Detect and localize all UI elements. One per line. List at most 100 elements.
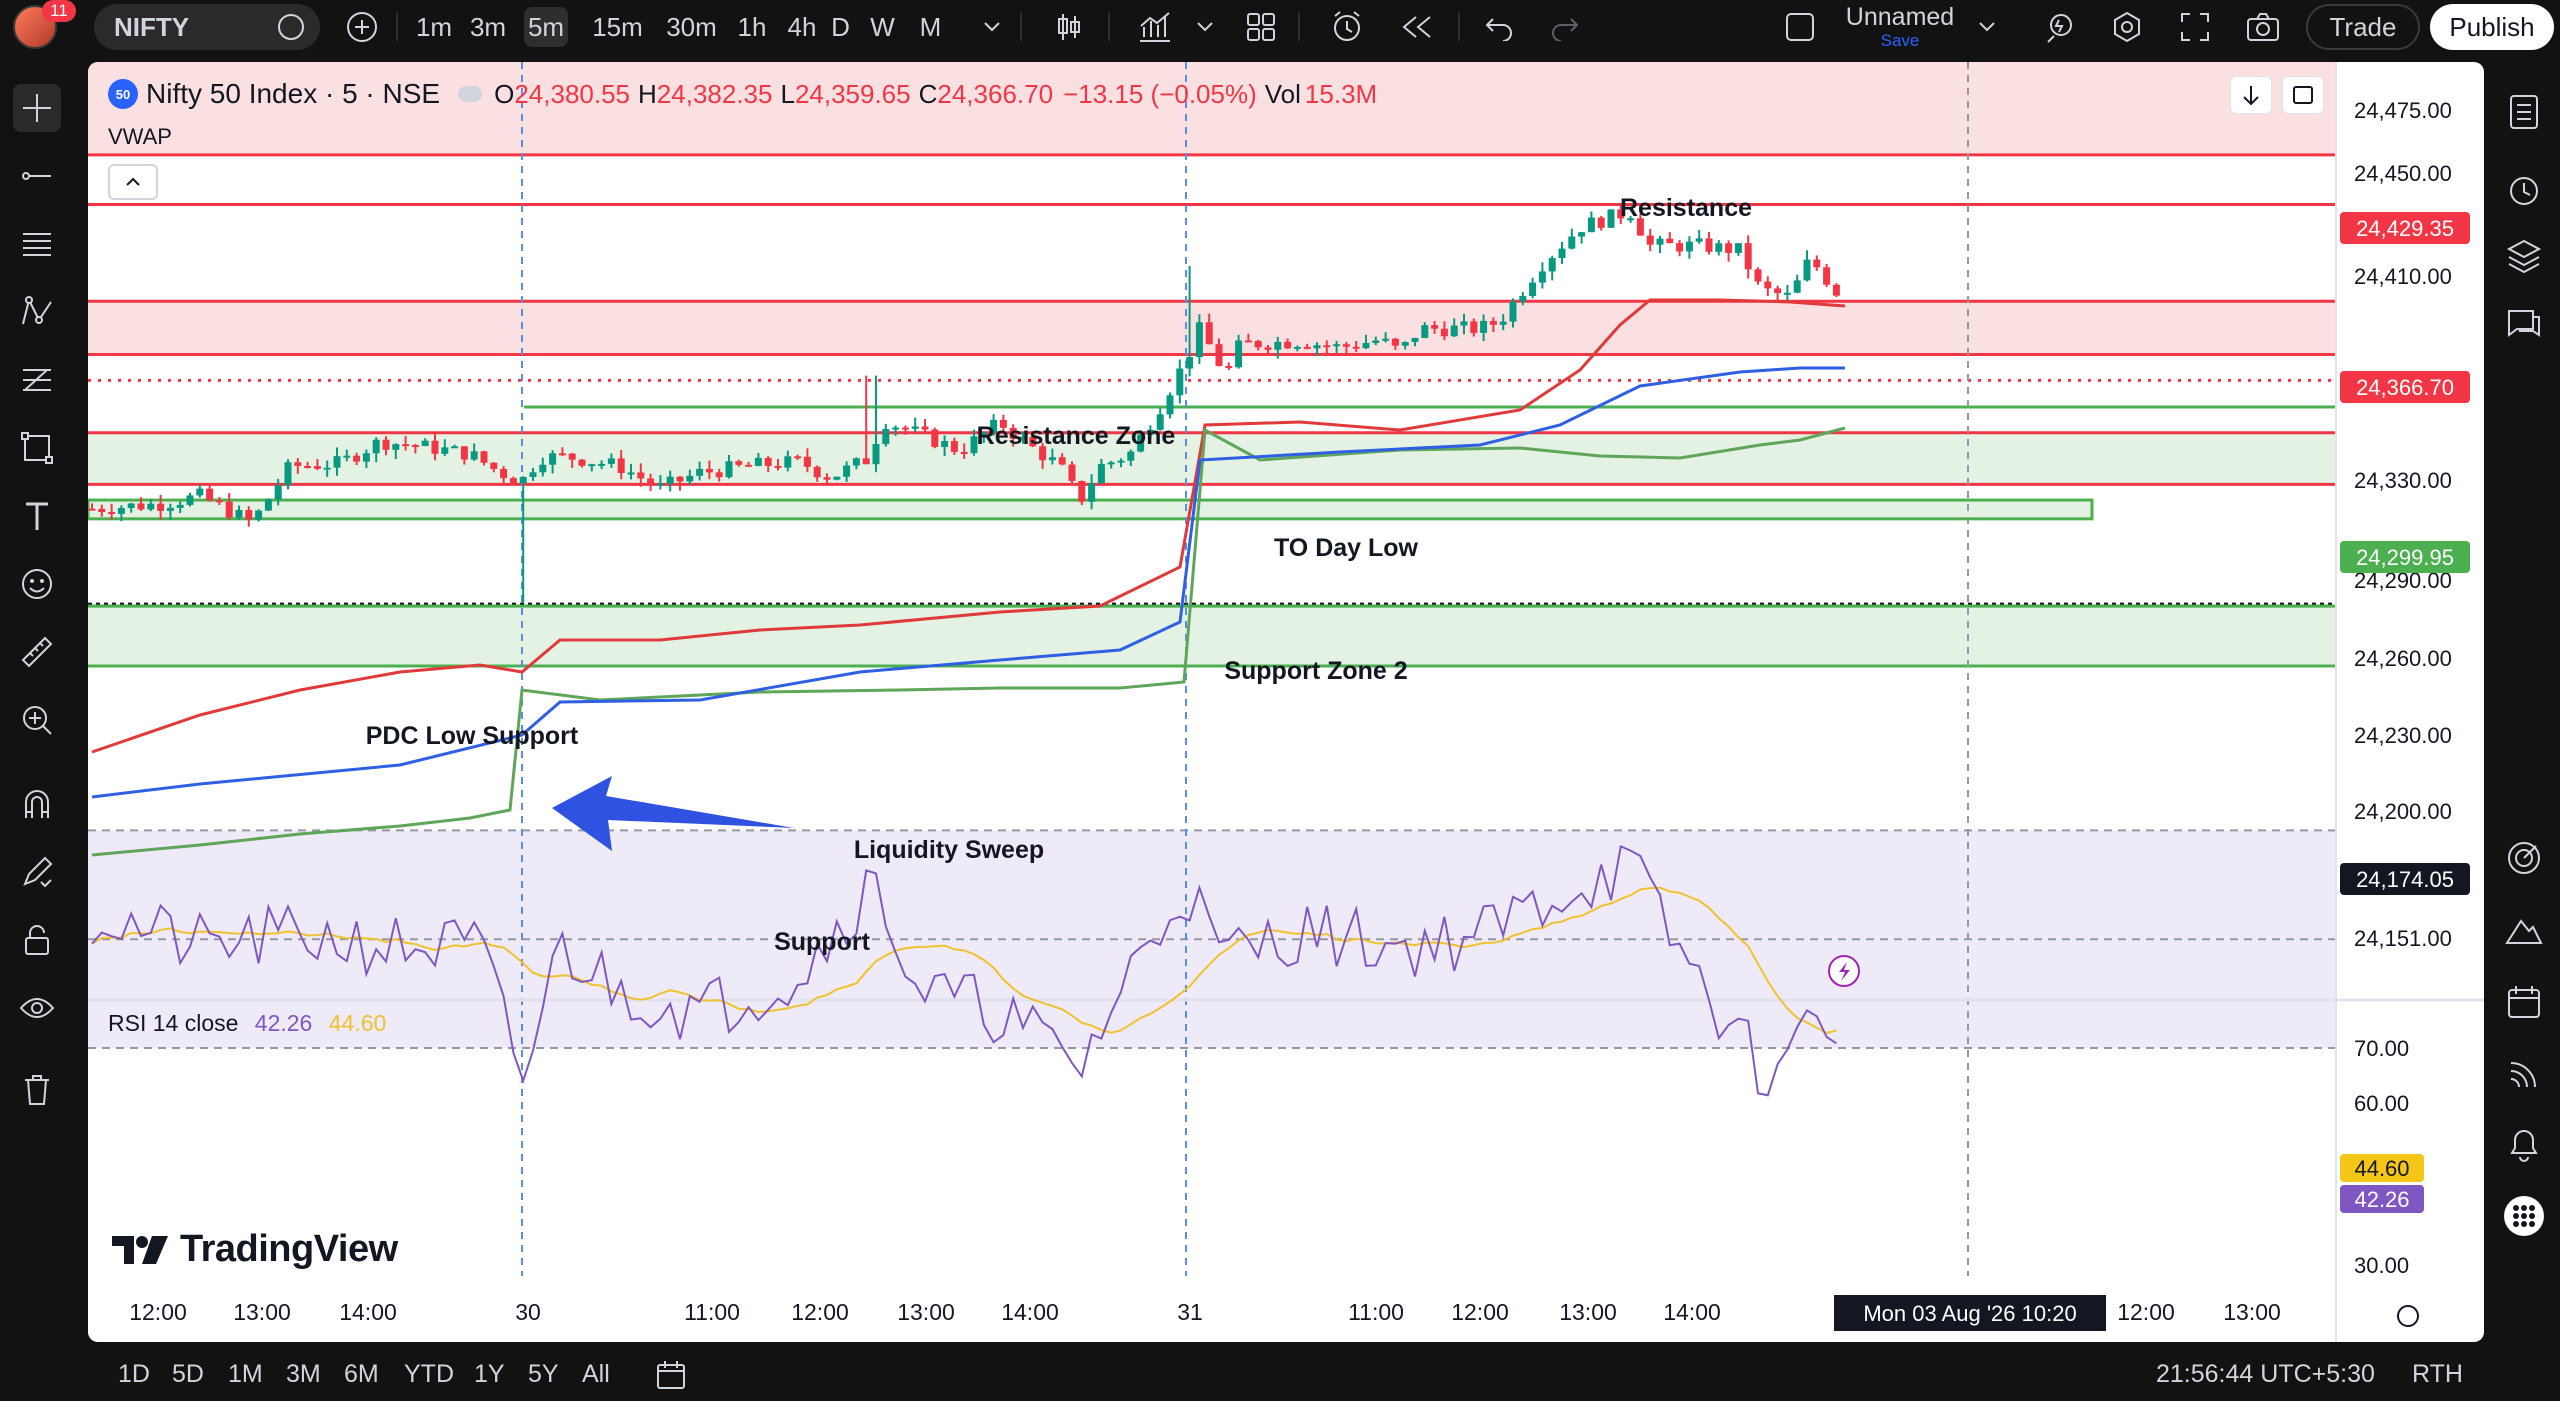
session-toggle[interactable]: RTH: [2412, 1348, 2463, 1401]
interval-15m[interactable]: 15m: [588, 7, 647, 47]
layout-dropdown-icon[interactable]: [1970, 0, 2004, 54]
range-5y[interactable]: 5Y: [528, 1348, 559, 1401]
symbol-info-icon[interactable]: [278, 14, 304, 40]
candle-body: [1548, 258, 1556, 272]
candle-body: [539, 464, 547, 473]
streams-icon[interactable]: [2498, 1048, 2550, 1100]
eye-icon[interactable]: [13, 984, 61, 1032]
support-zone: [88, 604, 2336, 666]
goto-date-icon[interactable]: [654, 1348, 690, 1401]
interval-D[interactable]: D: [826, 7, 855, 47]
magnet-icon[interactable]: [13, 780, 61, 828]
alert-clock-icon[interactable]: [1322, 0, 1372, 54]
interval-1h[interactable]: 1h: [730, 7, 774, 47]
candle-body: [1401, 342, 1409, 346]
text-tool-icon[interactable]: [13, 492, 61, 540]
lock-icon[interactable]: [13, 916, 61, 964]
price-chart[interactable]: Resistance Resistance Zone TO Day Low Suppo…: [88, 62, 2484, 1342]
layouts-grid-icon[interactable]: [1238, 0, 1284, 54]
trend-line-icon[interactable]: [13, 152, 61, 200]
interval-M[interactable]: M: [916, 7, 945, 47]
emoji-icon[interactable]: [13, 560, 61, 608]
alerts-clock-icon[interactable]: [2498, 164, 2550, 216]
trade-button[interactable]: Trade: [2306, 4, 2420, 50]
shapes-icon[interactable]: [13, 424, 61, 472]
rsi-title[interactable]: RSI 14 close: [108, 1010, 238, 1036]
target-icon[interactable]: [2498, 832, 2550, 884]
candle-body: [1607, 209, 1615, 228]
clock-timezone[interactable]: 21:56:44 UTC+5:30: [2156, 1348, 2375, 1401]
axis-settings-icon[interactable]: [2397, 1305, 2419, 1327]
chart-area[interactable]: Resistance Resistance Zone TO Day Low Suppo…: [88, 62, 2484, 1342]
pattern-icon[interactable]: [13, 288, 61, 336]
layout-save-link[interactable]: Save: [1844, 32, 1956, 50]
more-apps-icon[interactable]: [2498, 1190, 2550, 1242]
calendar-icon[interactable]: [2498, 976, 2550, 1028]
trash-icon[interactable]: [13, 1066, 61, 1114]
watchlist-icon[interactable]: [2498, 86, 2550, 138]
price-axis-label: 24,410.00: [2354, 264, 2452, 289]
series-title[interactable]: Nifty 50 Index · 5 · NSE: [146, 78, 440, 110]
compare-add-icon[interactable]: [340, 0, 384, 54]
tradingview-logo[interactable]: TradingView: [112, 1228, 398, 1271]
range-ytd[interactable]: YTD: [404, 1348, 454, 1401]
collapse-legend-button[interactable]: [108, 164, 158, 200]
crosshair-icon[interactable]: [13, 84, 61, 132]
layout-name[interactable]: Unnamed Save: [1844, 2, 1956, 50]
object-tree-icon[interactable]: [2498, 230, 2550, 282]
indicators-dropdown-icon[interactable]: [1188, 0, 1222, 54]
interval-1m[interactable]: 1m: [412, 7, 456, 47]
ideas-icon[interactable]: [2498, 904, 2550, 956]
publish-button[interactable]: Publish: [2430, 4, 2554, 50]
interval-dropdown-icon[interactable]: [972, 0, 1012, 54]
fullscreen-icon[interactable]: [2170, 0, 2220, 54]
redo-icon[interactable]: [1540, 0, 1590, 54]
candle-body: [235, 509, 243, 518]
interval-W[interactable]: W: [868, 7, 897, 47]
candle-body: [1068, 464, 1076, 481]
symbol-search[interactable]: NIFTY: [94, 4, 320, 50]
fib-tools-icon[interactable]: [13, 356, 61, 404]
maximize-pane-icon[interactable]: [2282, 76, 2324, 114]
replay-icon[interactable]: [1392, 0, 1442, 54]
range-6m[interactable]: 6M: [344, 1348, 379, 1401]
undo-icon[interactable]: [1474, 0, 1524, 54]
time-axis-label: 31: [1177, 1299, 1203, 1325]
pdc-low-support-zone: [88, 498, 2094, 521]
bottom-toolbar: 1D 5D 1M 3M 6M YTD 1Y 5Y All 21:56:44 UTC+5:30 R…: [88, 1348, 2484, 1401]
range-1y[interactable]: 1Y: [474, 1348, 505, 1401]
candles-icon[interactable]: [1044, 0, 1094, 54]
range-all[interactable]: All: [582, 1348, 610, 1401]
layout-title: Unnamed: [1845, 3, 1955, 31]
range-3m[interactable]: 3M: [286, 1348, 321, 1401]
candle-body: [127, 503, 135, 509]
range-1d[interactable]: 1D: [118, 1348, 150, 1401]
layout-checkbox-icon[interactable]: [1780, 0, 1820, 54]
range-5d[interactable]: 5D: [172, 1348, 204, 1401]
horizontal-lines-icon[interactable]: [13, 220, 61, 268]
candle-body: [372, 439, 380, 454]
range-1m[interactable]: 1M: [228, 1348, 263, 1401]
indicators-icon[interactable]: [1130, 0, 1180, 54]
candle-body: [1097, 464, 1105, 484]
draw-lock-icon[interactable]: [13, 848, 61, 896]
candle-body: [519, 476, 527, 484]
chat-icon[interactable]: [2498, 298, 2550, 350]
interval-4h[interactable]: 4h: [780, 7, 824, 47]
interval-3m[interactable]: 3m: [466, 7, 510, 47]
rsi-value: 42.26: [254, 1010, 313, 1036]
camera-icon[interactable]: [2238, 0, 2288, 54]
candle-body: [176, 504, 184, 508]
notifications-bell-icon[interactable]: [2498, 1118, 2550, 1170]
candle-body: [1695, 238, 1703, 242]
user-avatar[interactable]: 11: [8, 0, 76, 54]
candle-body: [1264, 347, 1272, 350]
vwap-indicator-label[interactable]: VWAP: [108, 124, 172, 150]
interval-5m[interactable]: 5m: [524, 7, 568, 47]
zoom-in-icon[interactable]: [13, 696, 61, 744]
interval-30m[interactable]: 30m: [662, 7, 721, 47]
quick-search-icon[interactable]: [2036, 0, 2086, 54]
scroll-down-icon[interactable]: [2230, 76, 2272, 114]
settings-gear-icon[interactable]: [2102, 0, 2152, 54]
ruler-icon[interactable]: [13, 628, 61, 676]
